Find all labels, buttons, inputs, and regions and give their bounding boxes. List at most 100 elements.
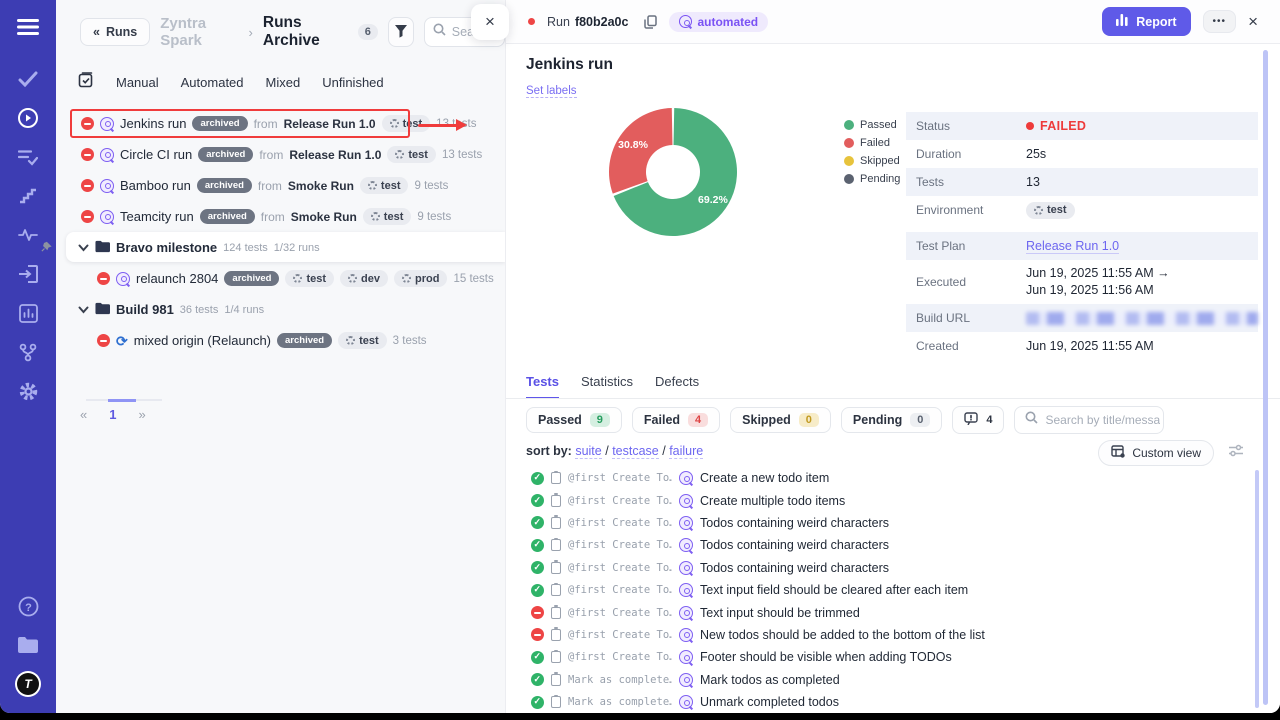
- suite-name[interactable]: @first Create To…: [568, 495, 672, 507]
- hamburger-menu-icon[interactable]: [15, 14, 41, 40]
- test-plan-link[interactable]: Release Run 1.0: [1026, 239, 1119, 254]
- run-name[interactable]: Teamcity run: [120, 209, 194, 224]
- run-row-mixed-origin[interactable]: ⟳ mixed origin (Relaunch) archived test …: [56, 325, 505, 356]
- custom-view-button[interactable]: Custom view: [1098, 440, 1214, 466]
- test-row[interactable]: @first Create To… Todos containing weird…: [531, 512, 1250, 534]
- breadcrumb-project[interactable]: Zyntra Spark: [160, 15, 238, 49]
- copy-icon[interactable]: [644, 15, 657, 29]
- projects-folder-icon[interactable]: [15, 632, 41, 658]
- tab-unfinished[interactable]: Unfinished: [322, 75, 383, 90]
- sort-by-failure-link[interactable]: failure: [669, 444, 703, 459]
- run-name[interactable]: Circle CI run: [120, 147, 192, 162]
- sliders-settings-icon[interactable]: [1228, 444, 1244, 462]
- tab-mixed[interactable]: Mixed: [266, 75, 301, 90]
- suite-name[interactable]: @first Create To…: [568, 562, 672, 574]
- test-title[interactable]: Todos containing weird characters: [700, 516, 889, 530]
- test-row[interactable]: @first Create To… Create multiple todo i…: [531, 489, 1250, 511]
- list-scrollbar[interactable]: [1255, 470, 1259, 708]
- prev-page-button[interactable]: «: [80, 407, 87, 422]
- test-title[interactable]: Todos containing weird characters: [700, 561, 889, 575]
- test-title[interactable]: New todos should be added to the bottom …: [700, 628, 985, 642]
- test-row[interactable]: Mark as complete… Mark todos as complete…: [531, 669, 1250, 691]
- suite-name[interactable]: @first Create To…: [568, 607, 672, 619]
- test-row[interactable]: @first Create To… Create a new todo item: [531, 467, 1250, 489]
- legend-item-passed[interactable]: Passed: [844, 119, 900, 131]
- test-row[interactable]: @first Create To… Todos containing weird…: [531, 534, 1250, 556]
- run-name[interactable]: Bamboo run: [120, 178, 191, 193]
- runs-play-icon[interactable]: [15, 105, 41, 131]
- suite-name[interactable]: @first Create To…: [568, 517, 672, 529]
- run-row-circleci[interactable]: Circle CI run archived from Release Run …: [56, 139, 505, 170]
- plans-list-check-icon[interactable]: [15, 144, 41, 170]
- milestones-steps-icon[interactable]: [15, 183, 41, 209]
- folder-row-bravo-milestone[interactable]: Bravo milestone 124 tests 1/32 runs: [56, 232, 505, 263]
- redacted-build-url[interactable]: [1026, 312, 1258, 325]
- set-labels-link[interactable]: Set labels: [526, 85, 577, 98]
- suite-name[interactable]: Mark as complete…: [568, 674, 672, 686]
- settings-gear-icon[interactable]: [15, 378, 41, 404]
- run-name[interactable]: relaunch 2804: [136, 271, 218, 286]
- test-row[interactable]: Mark as complete… Unmark completed todos: [531, 691, 1250, 713]
- pulse-activity-icon[interactable]: [15, 222, 41, 248]
- suite-name[interactable]: @first Create To…: [568, 629, 672, 641]
- panel-close-button[interactable]: ×: [471, 4, 509, 40]
- test-row[interactable]: @first Create To… Text input field shoul…: [531, 579, 1250, 601]
- run-row-jenkins[interactable]: Jenkins run archived from Release Run 1.…: [56, 108, 505, 139]
- filter-chip-pending[interactable]: Pending0: [841, 407, 942, 433]
- filter-chip-skipped[interactable]: Skipped0: [730, 407, 831, 433]
- page-scrollbar[interactable]: [1263, 50, 1268, 705]
- filter-chip-failed[interactable]: Failed4: [632, 407, 720, 433]
- select-all-icon[interactable]: [78, 72, 94, 93]
- test-row[interactable]: @first Create To… Todos containing weird…: [531, 557, 1250, 579]
- test-row[interactable]: @first Create To… New todos should be ad…: [531, 624, 1250, 646]
- source-plan-name[interactable]: Release Run 1.0: [289, 148, 381, 162]
- test-title[interactable]: Create multiple todo items: [700, 494, 845, 508]
- suite-name[interactable]: @first Create To…: [568, 651, 672, 663]
- run-name[interactable]: Jenkins run: [120, 116, 186, 131]
- sort-by-testcase-link[interactable]: testcase: [612, 444, 659, 459]
- source-plan-name[interactable]: Smoke Run: [288, 179, 354, 193]
- tab-manual[interactable]: Manual: [116, 75, 159, 90]
- tab-statistics[interactable]: Statistics: [581, 374, 633, 399]
- test-title[interactable]: Text input should be trimmed: [700, 606, 860, 620]
- test-title[interactable]: Mark todos as completed: [700, 673, 840, 687]
- folder-name[interactable]: Bravo milestone: [116, 240, 217, 255]
- run-row-teamcity[interactable]: Teamcity run archived from Smoke Run tes…: [56, 201, 505, 232]
- report-button[interactable]: Report: [1102, 7, 1190, 36]
- folder-name[interactable]: Build 981: [116, 302, 174, 317]
- chevron-down-icon[interactable]: [78, 302, 89, 317]
- sort-by-suite-link[interactable]: suite: [575, 444, 601, 459]
- next-page-button[interactable]: »: [138, 407, 145, 422]
- tests-search-field[interactable]: [1014, 406, 1164, 434]
- legend-item-pending[interactable]: Pending: [844, 173, 900, 185]
- suite-name[interactable]: @first Create To…: [568, 584, 672, 596]
- tab-defects[interactable]: Defects: [655, 374, 699, 399]
- page-number[interactable]: 1: [109, 407, 116, 422]
- test-title[interactable]: Text input field should be cleared after…: [700, 583, 968, 597]
- test-row[interactable]: @first Create To… Footer should be visib…: [531, 646, 1250, 668]
- pull-requests-icon[interactable]: [15, 261, 41, 287]
- analytics-chart-icon[interactable]: [15, 300, 41, 326]
- automated-badge[interactable]: automated: [669, 12, 768, 32]
- test-title[interactable]: Todos containing weird characters: [700, 538, 889, 552]
- legend-item-failed[interactable]: Failed: [844, 137, 900, 149]
- source-plan-name[interactable]: Smoke Run: [291, 210, 357, 224]
- run-row-bamboo[interactable]: Bamboo run archived from Smoke Run test …: [56, 170, 505, 201]
- source-plan-name[interactable]: Release Run 1.0: [284, 117, 376, 131]
- legend-item-skipped[interactable]: Skipped: [844, 155, 900, 167]
- folder-row-build-981[interactable]: Build 981 36 tests 1/4 runs: [56, 294, 505, 325]
- filter-button[interactable]: [388, 17, 414, 47]
- tab-tests[interactable]: Tests: [526, 374, 559, 399]
- filter-chip-comments[interactable]: 4: [952, 406, 1004, 434]
- suite-name[interactable]: @first Create To…: [568, 472, 672, 484]
- back-to-runs-button[interactable]: « Runs: [80, 18, 150, 46]
- run-name[interactable]: mixed origin (Relaunch): [134, 333, 271, 348]
- help-icon[interactable]: ?: [15, 593, 41, 619]
- tests-check-icon[interactable]: [15, 66, 41, 92]
- more-actions-button[interactable]: •••: [1203, 10, 1237, 33]
- run-row-relaunch-2804[interactable]: relaunch 2804 archived test dev prod 15 …: [56, 263, 505, 294]
- test-title[interactable]: Footer should be visible when adding TOD…: [700, 650, 952, 664]
- branches-git-icon[interactable]: [15, 339, 41, 365]
- suite-name[interactable]: Mark as complete…: [568, 696, 672, 708]
- detail-close-button[interactable]: ×: [1248, 12, 1258, 32]
